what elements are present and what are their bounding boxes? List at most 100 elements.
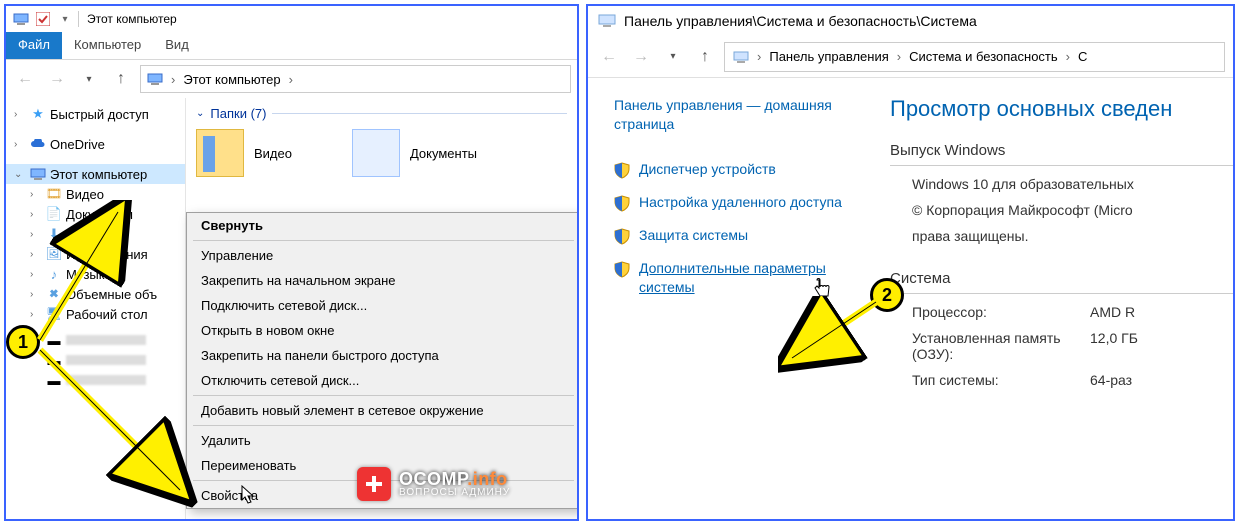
desktop-icon: 🖥 (46, 306, 62, 322)
link-protection[interactable]: Защита системы (614, 226, 864, 245)
group-header[interactable]: ⌄ Папки (7) (196, 106, 567, 121)
nav-row: ← → ▾ ↑ › Этот компьютер › (6, 60, 577, 98)
copyright-1: © Корпорация Майкрософт (Micro (890, 202, 1133, 218)
shield-icon (614, 195, 631, 212)
crumb-sys[interactable]: С (1078, 49, 1087, 64)
chevron-right-icon[interactable]: › (289, 72, 293, 87)
edition-value: Windows 10 для образовательных (890, 176, 1134, 192)
tree-documents[interactable]: ›📄Документы (6, 204, 185, 224)
tree-music[interactable]: ›♪Музыка (6, 264, 185, 284)
link-device-manager[interactable]: Диспетчер устройств (614, 160, 864, 179)
tab-view[interactable]: Вид (153, 32, 201, 59)
shield-icon (614, 162, 631, 179)
chevron-right-icon[interactable]: › (897, 49, 901, 64)
chevron-right-icon[interactable]: › (757, 49, 761, 64)
link-remote[interactable]: Настройка удаленного доступа (614, 193, 864, 212)
chevron-down-icon[interactable]: ⌄ (14, 169, 26, 180)
tree-desktop[interactable]: ›🖥Рабочий стол (6, 304, 185, 324)
annotation-marker-1: 1 (6, 325, 40, 359)
shield-icon (614, 261, 631, 278)
picture-icon: 🖼 (46, 246, 62, 262)
tree-this-pc[interactable]: ⌄Этот компьютер (6, 164, 185, 184)
type-value: 64-раз (1090, 372, 1233, 388)
crumb-this-pc[interactable]: Этот компьютер (183, 72, 280, 87)
ctx-delete[interactable]: Удалить (187, 428, 579, 453)
nav-back[interactable]: ← (596, 44, 622, 70)
cube-icon: 🞮 (46, 286, 62, 302)
ctx-manage[interactable]: Управление (187, 243, 579, 268)
quick-access-toolbar: ▾ Этот компьютер (6, 6, 577, 32)
link-advanced-settings[interactable]: Дополнительные параметры системы (614, 259, 864, 297)
folder-videos-icon (196, 129, 244, 177)
window-title: Этот компьютер (87, 12, 177, 26)
pc-icon (12, 10, 30, 28)
folder-icon: 🎞 (46, 186, 62, 202)
section-edition: Выпуск Windows (890, 142, 1233, 165)
chevron-right-icon[interactable]: › (14, 139, 26, 150)
ram-label: Установленная память (ОЗУ): (890, 330, 1090, 362)
pc-icon (733, 50, 749, 64)
cpu-value: AMD R (1090, 304, 1233, 320)
control-panel-window: Панель управления\Система и безопасность… (586, 4, 1235, 521)
crumb-cp[interactable]: Панель управления (769, 49, 888, 64)
tree-quick-access[interactable]: ›★Быстрый доступ (6, 104, 185, 124)
download-icon: ⬇ (46, 226, 62, 242)
folder-icon: 📄 (46, 206, 62, 222)
nav-back[interactable]: ← (12, 66, 38, 92)
ribbon-tabs: Файл Компьютер Вид (6, 32, 577, 60)
annotation-marker-2: 2 (870, 278, 904, 312)
nav-history[interactable]: ▾ (76, 66, 102, 92)
cp-sidebar: Панель управления — домашняя страница Ди… (588, 78, 878, 519)
pc-icon (30, 166, 46, 182)
tree-onedrive[interactable]: ›OneDrive (6, 134, 185, 154)
ctx-open-new[interactable]: Открыть в новом окне (187, 318, 579, 343)
ctx-disconnect[interactable]: Отключить сетевой диск... (187, 368, 579, 393)
tab-file[interactable]: Файл (6, 32, 62, 59)
ctx-pin-start[interactable]: Закрепить на начальном экране (187, 268, 579, 293)
crumb-sec[interactable]: Система и безопасность (909, 49, 1058, 64)
chevron-right-icon[interactable]: › (171, 72, 175, 87)
tree-blur-3: ▬ (6, 370, 185, 390)
context-menu: Свернуть Управление Закрепить на начальн… (186, 212, 579, 509)
chevron-down-icon[interactable]: ⌄ (196, 108, 204, 119)
folder-documents-icon (352, 129, 400, 177)
section-system: Система (890, 270, 1233, 293)
cp-titlebar: Панель управления\Система и безопасность… (588, 6, 1233, 36)
tree-pictures[interactable]: ›🖼Изображения (6, 244, 185, 264)
tree-videos[interactable]: ›🎞Видео (6, 184, 185, 204)
nav-tree: ›★Быстрый доступ ›OneDrive ⌄Этот компьют… (6, 98, 186, 519)
cp-nav-row: ← → ▾ ↑ › Панель управления › Система и … (588, 36, 1233, 78)
dropdown-icon[interactable]: ▾ (56, 10, 74, 28)
cp-main: Просмотр основных сведен Выпуск Windows … (878, 78, 1233, 519)
nav-forward[interactable]: → (628, 44, 654, 70)
ctx-map-drive[interactable]: Подключить сетевой диск... (187, 293, 579, 318)
tile-videos[interactable]: Видео (196, 129, 292, 177)
address-bar[interactable]: › Этот компьютер › (140, 65, 571, 93)
chevron-right-icon[interactable]: › (14, 109, 26, 120)
cp-heading: Просмотр основных сведен (890, 96, 1233, 122)
shield-icon (614, 228, 631, 245)
explorer-window: ▾ Этот компьютер Файл Компьютер Вид ← → … (4, 4, 579, 521)
tile-documents[interactable]: Документы (352, 129, 477, 177)
nav-history[interactable]: ▾ (660, 44, 686, 70)
hand-cursor-icon (812, 277, 830, 299)
nav-up[interactable]: ↑ (108, 66, 134, 92)
tab-computer[interactable]: Компьютер (62, 32, 153, 59)
type-label: Тип системы: (890, 372, 1090, 388)
cp-home-link[interactable]: Панель управления — домашняя страница (614, 96, 864, 134)
nav-forward[interactable]: → (44, 66, 70, 92)
cp-address-bar[interactable]: › Панель управления › Система и безопасн… (724, 42, 1225, 72)
plus-icon (357, 467, 391, 501)
music-icon: ♪ (46, 266, 62, 282)
pc-icon (147, 71, 163, 87)
tree-downloads[interactable]: ›⬇Загрузки (6, 224, 185, 244)
tree-3d[interactable]: ›🞮Объемные объ (6, 284, 185, 304)
check-icon[interactable] (34, 10, 52, 28)
ctx-collapse[interactable]: Свернуть (187, 213, 579, 238)
nav-up[interactable]: ↑ (692, 44, 718, 70)
ctx-pin-quick[interactable]: Закрепить на панели быстрого доступа (187, 343, 579, 368)
ctx-add-network[interactable]: Добавить новый элемент в сетевое окружен… (187, 398, 579, 423)
cursor-icon (239, 485, 257, 507)
star-icon: ★ (30, 106, 46, 122)
chevron-right-icon[interactable]: › (1066, 49, 1070, 64)
